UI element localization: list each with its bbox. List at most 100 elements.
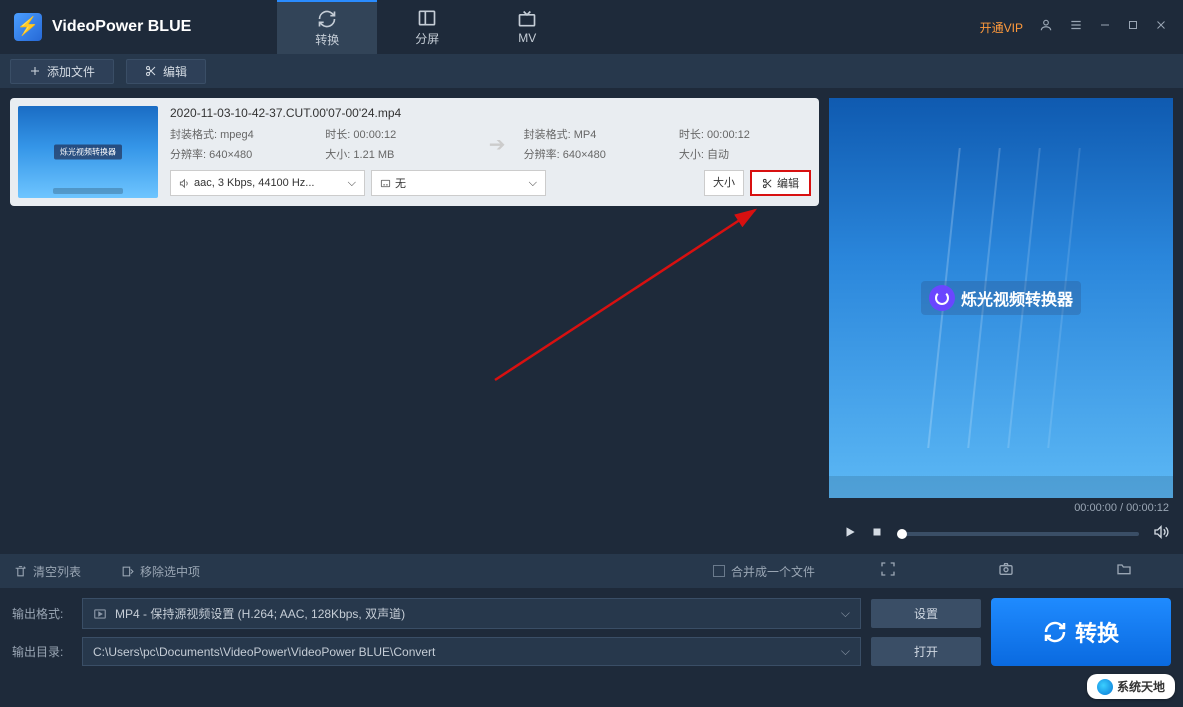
thumb-taskbar <box>53 188 123 194</box>
checkbox-icon <box>713 565 725 577</box>
tab-mv-label: MV <box>518 31 536 45</box>
app-title: VideoPower BLUE <box>52 18 191 36</box>
settings-button[interactable]: 设置 <box>871 599 981 628</box>
chevron-down-icon: ⌵ <box>841 606 850 621</box>
tab-split-label: 分屏 <box>415 30 439 47</box>
split-icon <box>417 8 437 28</box>
title-bar: VideoPower BLUE 转换 分屏 MV 开通VIP <box>0 0 1183 54</box>
clear-icon <box>14 565 27 578</box>
out-format-label: 输出格式: <box>12 605 72 622</box>
close-icon[interactable] <box>1155 18 1167 36</box>
player-controls <box>829 514 1183 554</box>
toolbar: 添加文件 编辑 <box>0 54 1183 88</box>
watermark-badge: 系统天地 <box>1087 674 1175 699</box>
file-list-column: 烁光视频转换器 2020-11-03-10-42-37.CUT.00'07-00… <box>0 88 829 588</box>
preview-taskbar <box>829 476 1173 498</box>
tab-split[interactable]: 分屏 <box>377 0 477 54</box>
audio-select-value: aac, 3 Kbps, 44100 Hz... <box>194 177 314 189</box>
file-info: 2020-11-03-10-42-37.CUT.00'07-00'24.mp4 … <box>170 106 811 198</box>
file-item[interactable]: 烁光视频转换器 2020-11-03-10-42-37.CUT.00'07-00… <box>10 98 819 206</box>
merge-checkbox[interactable]: 合并成一个文件 <box>713 563 815 580</box>
out-format-select[interactable]: MP4 - 保持源视频设置 (H.264; AAC, 128Kbps, 双声道)… <box>82 598 861 629</box>
watermark-text: 系统天地 <box>1117 678 1165 695</box>
user-icon[interactable] <box>1039 18 1053 37</box>
chevron-down-icon: ⌵ <box>529 177 537 190</box>
audio-track-select[interactable]: aac, 3 Kbps, 44100 Hz... ⌵ <box>170 170 365 196</box>
convert-label: 转换 <box>1075 616 1119 648</box>
thumb-text: 烁光视频转换器 <box>54 145 122 160</box>
chevron-down-icon: ⌵ <box>841 644 850 659</box>
preview-bg-decor <box>943 188 1173 448</box>
snapshot-button[interactable] <box>998 561 1014 582</box>
window-controls: 开通VIP <box>980 18 1183 37</box>
scissors-icon <box>762 178 773 189</box>
file-name: 2020-11-03-10-42-37.CUT.00'07-00'24.mp4 <box>170 106 811 120</box>
dst-duration: 时长: 00:00:12 <box>679 126 811 142</box>
preview-badge: 烁光视频转换器 <box>921 281 1081 315</box>
folder-button[interactable] <box>1116 561 1132 582</box>
stop-button[interactable] <box>871 525 883 543</box>
tab-convert[interactable]: 转换 <box>277 0 377 54</box>
add-file-button[interactable]: 添加文件 <box>10 59 114 84</box>
src-size: 大小: 1.21 MB <box>325 146 470 162</box>
progress-slider[interactable] <box>897 532 1139 536</box>
preview-time: 00:00:00 / 00:00:12 <box>829 498 1183 514</box>
play-button[interactable] <box>843 525 857 544</box>
watermark-icon <box>1097 679 1113 695</box>
nav-tabs: 转换 分屏 MV <box>277 0 577 54</box>
speaker-icon <box>179 178 190 189</box>
minimize-icon[interactable] <box>1099 18 1111 36</box>
dst-size: 大小: 自动 <box>679 146 811 162</box>
progress-knob[interactable] <box>897 529 907 539</box>
preview-badge-text: 烁光视频转换器 <box>961 286 1073 310</box>
arrow-icon: ➔ <box>481 132 514 157</box>
open-button[interactable]: 打开 <box>871 637 981 666</box>
video-icon <box>93 607 107 621</box>
footer: 输出格式: MP4 - 保持源视频设置 (H.264; AAC, 128Kbps… <box>0 588 1183 676</box>
main-area: 烁光视频转换器 2020-11-03-10-42-37.CUT.00'07-00… <box>0 88 1183 588</box>
src-format: 封装格式: mpeg4 <box>170 126 315 142</box>
subtitle-select[interactable]: 无 ⌵ <box>371 170 546 196</box>
dst-format: 封装格式: MP4 <box>524 126 669 142</box>
preview-video[interactable]: 烁光视频转换器 <box>829 98 1173 498</box>
menu-icon[interactable] <box>1069 18 1083 37</box>
out-dir-label: 输出目录: <box>12 643 72 660</box>
add-file-label: 添加文件 <box>47 63 95 80</box>
plus-icon <box>29 65 41 77</box>
fullscreen-button[interactable] <box>880 561 896 582</box>
clear-label: 清空列表 <box>33 563 81 580</box>
remove-selected-button[interactable]: 移除选中项 <box>121 563 200 580</box>
item-edit-button[interactable]: 编辑 <box>750 170 811 196</box>
tab-mv[interactable]: MV <box>477 0 577 54</box>
maximize-icon[interactable] <box>1127 18 1139 36</box>
clear-list-button[interactable]: 清空列表 <box>14 563 81 580</box>
volume-button[interactable] <box>1153 524 1169 545</box>
subtitle-icon <box>380 178 391 189</box>
app-logo: VideoPower BLUE <box>0 13 205 41</box>
refresh-icon <box>1043 620 1067 644</box>
file-thumbnail[interactable]: 烁光视频转换器 <box>18 106 158 198</box>
merge-label: 合并成一个文件 <box>731 563 815 580</box>
edit-label: 编辑 <box>163 63 187 80</box>
scissors-icon <box>145 65 157 77</box>
preview-badge-icon <box>929 285 955 311</box>
preview-actions <box>829 554 1183 588</box>
annotation-arrow <box>475 200 795 400</box>
list-bottom-bar: 清空列表 移除选中项 合并成一个文件 <box>0 554 829 588</box>
tab-convert-label: 转换 <box>315 31 339 48</box>
tv-icon <box>517 9 537 29</box>
size-button[interactable]: 大小 <box>704 170 744 196</box>
refresh-icon <box>317 9 337 29</box>
subtitle-value: 无 <box>395 175 406 191</box>
remove-icon <box>121 565 134 578</box>
item-edit-label: 编辑 <box>777 175 799 191</box>
out-dir-field[interactable]: C:\Users\pc\Documents\VideoPower\VideoPo… <box>82 637 861 666</box>
chevron-down-icon: ⌵ <box>348 177 356 190</box>
vip-link[interactable]: 开通VIP <box>980 19 1023 36</box>
remove-label: 移除选中项 <box>140 563 200 580</box>
logo-icon <box>14 13 42 41</box>
edit-button[interactable]: 编辑 <box>126 59 206 84</box>
convert-button[interactable]: 转换 <box>991 598 1171 666</box>
src-duration: 时长: 00:00:12 <box>325 126 470 142</box>
src-res: 分辨率: 640×480 <box>170 146 315 162</box>
